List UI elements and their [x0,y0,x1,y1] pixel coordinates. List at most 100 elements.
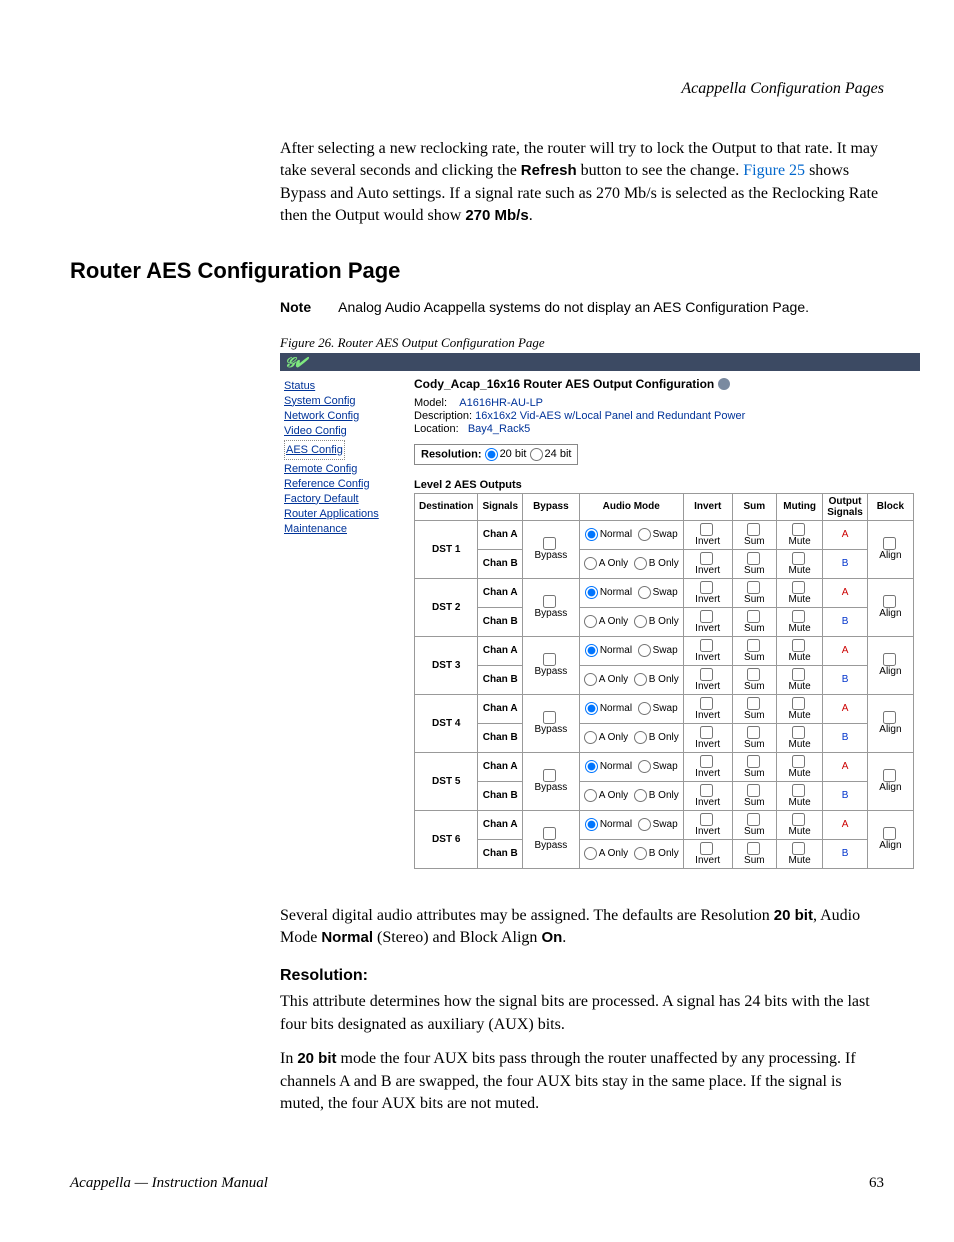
invert-b[interactable]: Invert [683,607,732,636]
sum-b[interactable]: Sum [732,549,776,578]
dest-cell: DST 6 [415,810,478,868]
mute-a[interactable]: Mute [777,694,823,723]
invert-a[interactable]: Invert [683,520,732,549]
mode-row2[interactable]: A Only B Only [579,839,683,868]
refresh-icon[interactable] [718,378,730,390]
mode-row1[interactable]: Normal Swap [579,520,683,549]
mode-row1[interactable]: Normal Swap [579,752,683,781]
aes-output-table: Destination Signals Bypass Audio Mode In… [414,493,914,869]
mute-b[interactable]: Mute [777,607,823,636]
mode-row2[interactable]: A Only B Only [579,723,683,752]
align-cell[interactable]: Align [867,752,913,810]
text: Several digital audio attributes may be … [280,907,774,924]
mode-row1[interactable]: Normal Swap [579,636,683,665]
sum-b[interactable]: Sum [732,607,776,636]
sidebar-item-router-apps[interactable]: Router Applications [284,508,404,520]
mute-b[interactable]: Mute [777,665,823,694]
dest-cell: DST 1 [415,520,478,578]
sum-b[interactable]: Sum [732,723,776,752]
invert-b[interactable]: Invert [683,781,732,810]
out-b: B [823,839,868,868]
out-b: B [823,549,868,578]
chan-b: Chan B [478,723,523,752]
note-text: Analog Audio Acappella systems do not di… [338,299,809,315]
chan-a: Chan A [478,636,523,665]
sum-a[interactable]: Sum [732,520,776,549]
bypass-cell[interactable]: Bypass [523,752,580,810]
desc-value: 16x16x2 Vid-AES w/Local Panel and Redund… [475,410,745,422]
mode-row1[interactable]: Normal Swap [579,694,683,723]
mute-b[interactable]: Mute [777,549,823,578]
invert-a[interactable]: Invert [683,752,732,781]
after-paragraph: Several digital audio attributes may be … [280,905,884,950]
invert-a[interactable]: Invert [683,636,732,665]
mute-b[interactable]: Mute [777,723,823,752]
sidebar-item-system[interactable]: System Config [284,395,404,407]
sidebar-item-status[interactable]: Status [284,380,404,392]
mute-a[interactable]: Mute [777,752,823,781]
bold: 20 bit [297,1050,336,1067]
out-a: A [823,520,868,549]
sum-b[interactable]: Sum [732,839,776,868]
bypass-cell[interactable]: Bypass [523,810,580,868]
invert-a[interactable]: Invert [683,810,732,839]
invert-a[interactable]: Invert [683,578,732,607]
invert-b[interactable]: Invert [683,839,732,868]
mode-row2[interactable]: A Only B Only [579,781,683,810]
bold: 20 bit [774,907,813,924]
figure-caption: Figure 26. Router AES Output Configurati… [280,335,884,351]
loc-value: Bay4_Rack5 [468,423,530,435]
text: mode the four AUX bits pass through the … [280,1050,856,1112]
sidebar-item-remote[interactable]: Remote Config [284,463,404,475]
sidebar-item-network[interactable]: Network Config [284,410,404,422]
invert-b[interactable]: Invert [683,665,732,694]
res-24-radio[interactable]: 24 bit [530,448,572,460]
sidebar-item-reference[interactable]: Reference Config [284,478,404,490]
dest-cell: DST 4 [415,694,478,752]
mute-a[interactable]: Mute [777,520,823,549]
text: . [529,207,533,224]
sum-b[interactable]: Sum [732,665,776,694]
mode-row2[interactable]: A Only B Only [579,665,683,694]
invert-b[interactable]: Invert [683,723,732,752]
invert-b[interactable]: Invert [683,549,732,578]
sum-a[interactable]: Sum [732,810,776,839]
align-cell[interactable]: Align [867,694,913,752]
mute-a[interactable]: Mute [777,810,823,839]
mode-row1[interactable]: Normal Swap [579,810,683,839]
desc-label: Description: [414,410,472,422]
mode-row2[interactable]: A Only B Only [579,549,683,578]
sidebar-item-aes[interactable]: AES Config [286,444,343,456]
align-cell[interactable]: Align [867,810,913,868]
intro-paragraph: After selecting a new reclocking rate, t… [280,138,884,228]
sum-a[interactable]: Sum [732,694,776,723]
res-20-radio[interactable]: 20 bit [485,448,527,460]
out-a: A [823,810,868,839]
mode-row1[interactable]: Normal Swap [579,578,683,607]
text: (Stereo) and Block Align [373,929,541,946]
sidebar-item-factory[interactable]: Factory Default [284,493,404,505]
mute-a[interactable]: Mute [777,578,823,607]
mode-row2[interactable]: A Only B Only [579,607,683,636]
sum-a[interactable]: Sum [732,636,776,665]
mute-b[interactable]: Mute [777,781,823,810]
sidebar-item-maintenance[interactable]: Maintenance [284,523,404,535]
col-muting: Muting [777,493,823,520]
dest-cell: DST 2 [415,578,478,636]
logo-icon: 𝒢✔ [285,354,307,371]
mute-a[interactable]: Mute [777,636,823,665]
sidebar-item-video[interactable]: Video Config [284,425,404,437]
bypass-cell[interactable]: Bypass [523,578,580,636]
bypass-cell[interactable]: Bypass [523,694,580,752]
invert-a[interactable]: Invert [683,694,732,723]
align-cell[interactable]: Align [867,636,913,694]
bypass-cell[interactable]: Bypass [523,636,580,694]
sum-a[interactable]: Sum [732,578,776,607]
align-cell[interactable]: Align [867,520,913,578]
sum-b[interactable]: Sum [732,781,776,810]
mute-b[interactable]: Mute [777,839,823,868]
bypass-cell[interactable]: Bypass [523,520,580,578]
sum-a[interactable]: Sum [732,752,776,781]
align-cell[interactable]: Align [867,578,913,636]
figure-link[interactable]: Figure 25 [743,162,805,179]
